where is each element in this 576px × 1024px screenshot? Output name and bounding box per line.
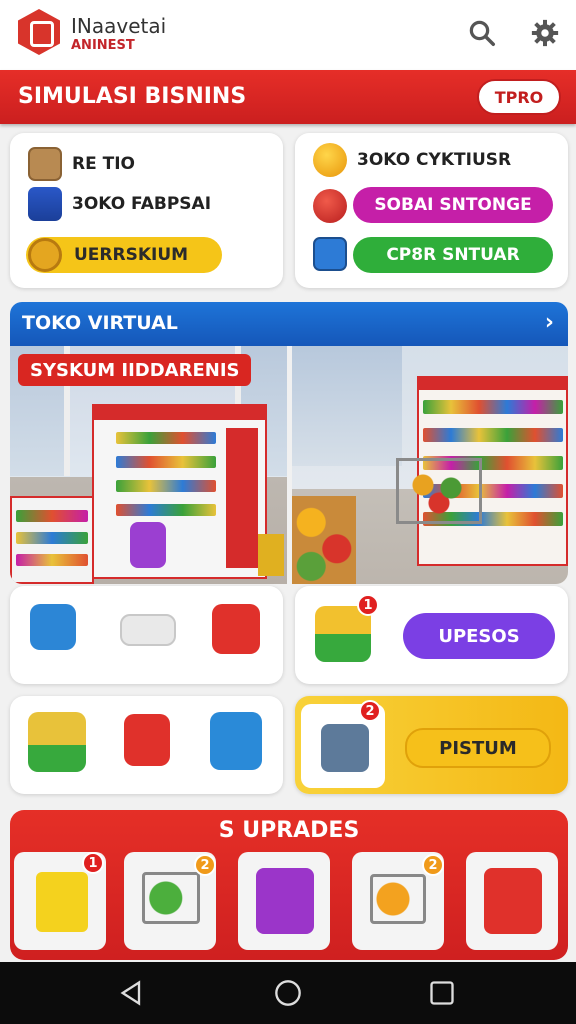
level-pill[interactable]: UERRSKIUM <box>26 237 222 273</box>
photo-label: SYSKUM IIDDARENIS <box>18 354 252 386</box>
customer-pill[interactable]: CP8R SNTUAR <box>353 237 553 273</box>
display-fridge-image <box>92 404 267 579</box>
upgrades-panel: S UPRADES 1 2 2 <box>10 810 568 960</box>
upgrades-title: S UPRADES <box>218 818 360 843</box>
delivery-truck-icon[interactable] <box>120 614 176 646</box>
coin-icon <box>28 238 62 272</box>
home-icon[interactable] <box>274 979 302 1007</box>
stat-label: 3OKO FABPSAI <box>72 194 212 214</box>
notification-badge: 2 <box>422 854 444 876</box>
upgrade-item[interactable]: 1 <box>14 852 106 950</box>
shelf-image <box>10 496 94 584</box>
upgrade-item[interactable]: 2 <box>124 852 216 950</box>
plant-pot-image <box>258 534 284 576</box>
stock-pill[interactable]: SOBAI SNTONGE <box>353 187 553 223</box>
store-photo-market[interactable] <box>292 346 568 584</box>
stats-card-right: 3OKO CYKTIUSR SOBAI SNTONGE CP8R SNTUAR <box>295 133 568 288</box>
back-icon[interactable] <box>118 979 146 1007</box>
gold-coin-icon <box>313 143 347 177</box>
window-image <box>292 346 402 466</box>
fruit-cart-icon <box>370 874 426 924</box>
store-photo-interior[interactable]: SYSKUM IIDDARENIS <box>10 346 287 584</box>
cash-register-icon[interactable] <box>321 724 369 772</box>
store-logo <box>18 9 60 55</box>
upgrade-item[interactable]: 2 <box>352 852 444 950</box>
red-bag-icon <box>484 868 542 934</box>
notification-badge: 2 <box>194 854 216 876</box>
page-header: SIMULASI BISNINS TPRO <box>0 70 576 124</box>
action-card-b: 1 UPESOS <box>295 586 568 684</box>
system-nav-bar <box>0 962 576 1024</box>
shopping-bag-image <box>130 522 166 568</box>
action-card-a <box>10 586 283 684</box>
cart-icon <box>313 237 347 271</box>
pro-button[interactable]: TPRO <box>477 79 561 115</box>
section-title: TOKO VIRTUAL <box>22 312 178 334</box>
section-header[interactable]: TOKO VIRTUAL › <box>10 302 568 346</box>
stat-label: 3OKO CYKTIUSR <box>357 150 512 170</box>
chevron-right-icon[interactable]: › <box>545 310 554 335</box>
upgrade-item[interactable] <box>466 852 558 950</box>
upesos-button[interactable]: UPESOS <box>403 613 555 659</box>
fruit-stand-image <box>292 496 356 584</box>
shopping-bag-icon[interactable] <box>30 604 76 650</box>
action-card-d: 2 PISTUM <box>295 696 568 794</box>
action-card-c <box>10 696 283 794</box>
box-icon <box>28 147 62 181</box>
toko-virtual-section[interactable]: TOKO VIRTUAL › SYSKUM IIDDARENIS <box>10 302 568 584</box>
first-aid-bag-icon[interactable] <box>124 714 170 766</box>
yellow-box-icon <box>36 872 88 932</box>
product-box-icon[interactable] <box>28 712 86 772</box>
page-title: SIMULASI BISNINS <box>18 84 247 109</box>
vegetable-cart-icon <box>142 872 200 924</box>
brand-name: INaavetai <box>71 14 167 38</box>
notification-badge: 1 <box>357 594 379 616</box>
app-topbar: INaavetai ANINEST <box>0 0 576 70</box>
shopping-cart-image <box>396 458 482 524</box>
pistum-button[interactable]: PISTUM <box>405 728 551 768</box>
notification-badge: 2 <box>359 700 381 722</box>
money-bag-icon <box>313 189 347 223</box>
notification-badge: 1 <box>82 852 104 874</box>
brand-subtitle: ANINEST <box>71 38 135 53</box>
product-pack-icon <box>28 187 62 221</box>
stats-card-left: RE TIO 3OKO FABPSAI UERRSKIUM <box>10 133 283 288</box>
shopping-cart-icon[interactable] <box>210 712 262 770</box>
gift-box-icon[interactable] <box>212 604 260 654</box>
purple-box-icon <box>256 868 314 934</box>
recent-apps-icon[interactable] <box>428 979 456 1007</box>
search-icon[interactable] <box>467 18 497 48</box>
gear-icon[interactable] <box>530 18 560 48</box>
stat-label: RE TIO <box>72 154 135 174</box>
level-pill-label: UERRSKIUM <box>74 245 189 265</box>
upgrade-item[interactable] <box>238 852 330 950</box>
